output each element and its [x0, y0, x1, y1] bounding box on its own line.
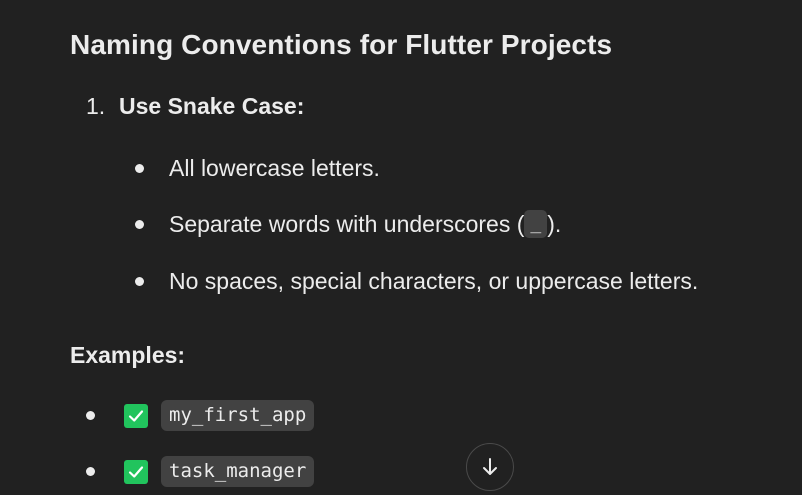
bullet-item: Separate words with underscores (_). [135, 210, 561, 238]
example-code: my_first_app [161, 400, 315, 431]
inline-code: _ [524, 210, 548, 238]
bullet-dot [135, 164, 144, 173]
bullet-dot [86, 467, 95, 476]
heading: Naming Conventions for Flutter Projects [70, 29, 613, 60]
bullet-text: Separate words with underscores ( [169, 210, 525, 237]
bullet-text-tail: ). [547, 210, 562, 237]
bullet-dot [135, 219, 144, 229]
example-code: task_manager [161, 456, 315, 487]
list-number: 1. [86, 93, 106, 119]
examples-label: Examples: [70, 342, 186, 368]
bullet-text: All lowercase letters. [169, 155, 380, 181]
list-item: task_manager [86, 456, 315, 487]
ordered-list-item: 1. Use Snake Case: [86, 93, 304, 120]
list-item: my_first_app [86, 400, 315, 431]
bullet-item: All lowercase letters. [135, 155, 380, 182]
check-mark-icon [124, 459, 148, 484]
bullet-dot [135, 277, 144, 286]
arrow-down-icon [479, 456, 501, 478]
scroll-to-bottom-button[interactable] [466, 443, 514, 491]
bullet-text: No spaces, special characters, or upperc… [169, 268, 699, 294]
bullet-item: No spaces, special characters, or upperc… [135, 268, 698, 295]
bullet-dot [86, 411, 95, 420]
list-item-title: Use Snake Case: [119, 93, 305, 119]
check-mark-icon [124, 403, 148, 428]
